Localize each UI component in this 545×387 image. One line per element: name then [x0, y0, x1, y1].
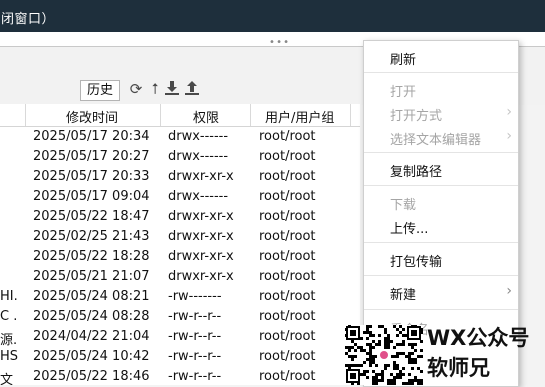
menu-item-label: 打包传输: [390, 255, 443, 270]
modified-cell: 2025/05/21 21:07: [33, 269, 150, 284]
table-row[interactable]: 2025/02/25 21:43 drwxr-xr-x root/root: [0, 227, 360, 247]
modified-cell: 2025/05/22 18:47: [33, 209, 150, 224]
owner-cell: root/root: [259, 149, 316, 164]
table-row[interactable]: C . 2025/05/24 08:28 -rw-r--r-- root/root: [0, 307, 360, 327]
header-modified[interactable]: 修改时间: [66, 107, 118, 126]
table-row[interactable]: 源.. 2024/04/22 21:04 -rw-r--r-- root/root: [0, 327, 360, 348]
permissions-cell: drwxr-xr-x: [168, 249, 234, 264]
menu-item[interactable]: 刷新: [364, 47, 518, 69]
menu-item-label: 上传...: [390, 222, 429, 237]
file-name-cell: 源..: [0, 333, 18, 348]
owner-cell: root/root: [259, 309, 316, 324]
file-name-cell: HS..: [0, 349, 18, 364]
upload-icon[interactable]: [184, 80, 200, 98]
file-name-cell: 文: [0, 373, 14, 385]
permissions-cell: drwxr-xr-x: [168, 209, 234, 224]
menu-separator: [364, 242, 518, 243]
menu-item-label: 复制路径: [390, 165, 443, 180]
menu-separator: [364, 152, 518, 153]
modified-cell: 2025/05/24 10:42: [33, 349, 150, 364]
menu-item[interactable]: 打开: [364, 79, 518, 101]
modified-cell: 2025/05/22 18:28: [33, 249, 150, 264]
menu-item[interactable]: 打包传输: [364, 249, 518, 271]
owner-cell: root/root: [259, 209, 316, 224]
permissions-cell: drwxr-xr-x: [168, 269, 234, 284]
table-row[interactable]: 2025/05/17 20:34 drwx------ root/root: [0, 127, 360, 147]
owner-cell: root/root: [259, 169, 316, 184]
menu-item[interactable]: 打开方式 ›: [364, 103, 518, 125]
menu-item-label: 新建: [390, 288, 417, 303]
menu-item[interactable]: 选择文本编辑器 ›: [364, 127, 518, 149]
owner-cell: root/root: [259, 349, 316, 364]
menu-separator: [364, 309, 518, 310]
history-button[interactable]: 历史: [80, 80, 120, 101]
modified-cell: 2025/05/22 18:46: [33, 369, 150, 384]
menu-item[interactable]: 下载: [364, 192, 518, 214]
watermark-line1: WX公众号: [427, 326, 530, 350]
table-row[interactable]: 文 2025/05/22 18:46 -rw-r--r-- root/root: [0, 367, 360, 385]
permissions-cell: -rw-r--r--: [168, 309, 222, 324]
owner-cell: root/root: [259, 329, 316, 344]
permissions-cell: drwxr-xr-x: [168, 169, 234, 184]
file-name-cell: C .: [0, 309, 18, 324]
table-row[interactable]: 2025/05/17 20:33 drwxr-xr-x root/root: [0, 167, 360, 187]
chevron-right-icon: ›: [506, 128, 512, 144]
refresh-icon[interactable]: ⟳: [128, 80, 144, 98]
modified-cell: 2025/05/17 20:33: [33, 169, 150, 184]
chevron-right-icon: ›: [506, 104, 512, 120]
owner-cell: root/root: [259, 249, 316, 264]
chevron-right-icon: ›: [506, 283, 512, 299]
modified-cell: 2025/05/24 08:28: [33, 309, 150, 324]
upload-arrow-icon[interactable]: ⭡: [147, 80, 163, 98]
owner-cell: root/root: [259, 129, 316, 144]
table-row[interactable]: 2025/05/22 18:28 drwxr-xr-x root/root: [0, 247, 360, 267]
modified-cell: 2025/02/25 21:43: [33, 229, 150, 244]
table-header: 修改时间 权限 用户/用户组: [0, 104, 360, 127]
header-permissions[interactable]: 权限: [193, 107, 219, 126]
table-row[interactable]: 2025/05/17 20:27 drwx------ root/root: [0, 147, 360, 167]
owner-cell: root/root: [259, 269, 316, 284]
menu-item[interactable]: 上传...: [364, 216, 518, 238]
menu-item-label: 选择文本编辑器: [390, 133, 482, 148]
table-row[interactable]: HI.. 2025/05/24 08:21 -rw------- root/root: [0, 287, 360, 307]
download-icon[interactable]: [164, 80, 180, 98]
modified-cell: 2024/04/22 21:04: [33, 329, 150, 344]
menu-item-label: 打开方式: [390, 109, 443, 124]
menu-item-label: 刷新: [390, 53, 417, 68]
table-row[interactable]: HS.. 2025/05/24 10:42 -rw-r--r-- root/root: [0, 347, 360, 367]
permissions-cell: drwx------: [168, 149, 229, 164]
permissions-cell: drwx------: [168, 129, 229, 144]
menu-separator: [364, 275, 518, 276]
menu-item-label: 下载: [390, 198, 417, 213]
permissions-cell: -rw-------: [168, 289, 222, 304]
table-row[interactable]: 2025/05/17 09:04 drwx------ root/root: [0, 187, 360, 207]
permissions-cell: drwxr-xr-x: [168, 229, 234, 244]
menu-separator: [364, 185, 518, 186]
menu-item[interactable]: 复制路径: [364, 159, 518, 181]
owner-cell: root/root: [259, 189, 316, 204]
window-titlebar: 闭窗口）: [0, 0, 545, 32]
header-owner[interactable]: 用户/用户组: [265, 107, 334, 126]
owner-cell: root/root: [259, 229, 316, 244]
modified-cell: 2025/05/24 08:21: [33, 289, 150, 304]
file-name-cell: HI..: [0, 289, 18, 304]
table-row[interactable]: 2025/05/21 21:07 drwxr-xr-x root/root: [0, 267, 360, 287]
menu-item[interactable]: 新建 ›: [364, 282, 518, 304]
menu-item-label: 打开: [390, 85, 417, 100]
window-title: 闭窗口）: [1, 12, 56, 27]
menu-separator: [364, 72, 518, 73]
owner-cell: root/root: [259, 369, 316, 384]
permissions-cell: -rw-r--r--: [168, 369, 222, 384]
file-table: 修改时间 权限 用户/用户组 2025/05/17 20:34 drwx-----…: [0, 104, 360, 385]
qr-code-image: [345, 325, 423, 385]
owner-cell: root/root: [259, 289, 316, 304]
modified-cell: 2025/05/17 09:04: [33, 189, 150, 204]
permissions-cell: -rw-r--r--: [168, 349, 222, 364]
permissions-cell: -rw-r--r--: [168, 329, 222, 344]
modified-cell: 2025/05/17 20:27: [33, 149, 150, 164]
permissions-cell: drwx------: [168, 189, 229, 204]
modified-cell: 2025/05/17 20:34: [33, 129, 150, 144]
table-row[interactable]: 2025/05/22 18:47 drwxr-xr-x root/root: [0, 207, 360, 227]
watermark-line2: 软师兄: [427, 356, 490, 380]
